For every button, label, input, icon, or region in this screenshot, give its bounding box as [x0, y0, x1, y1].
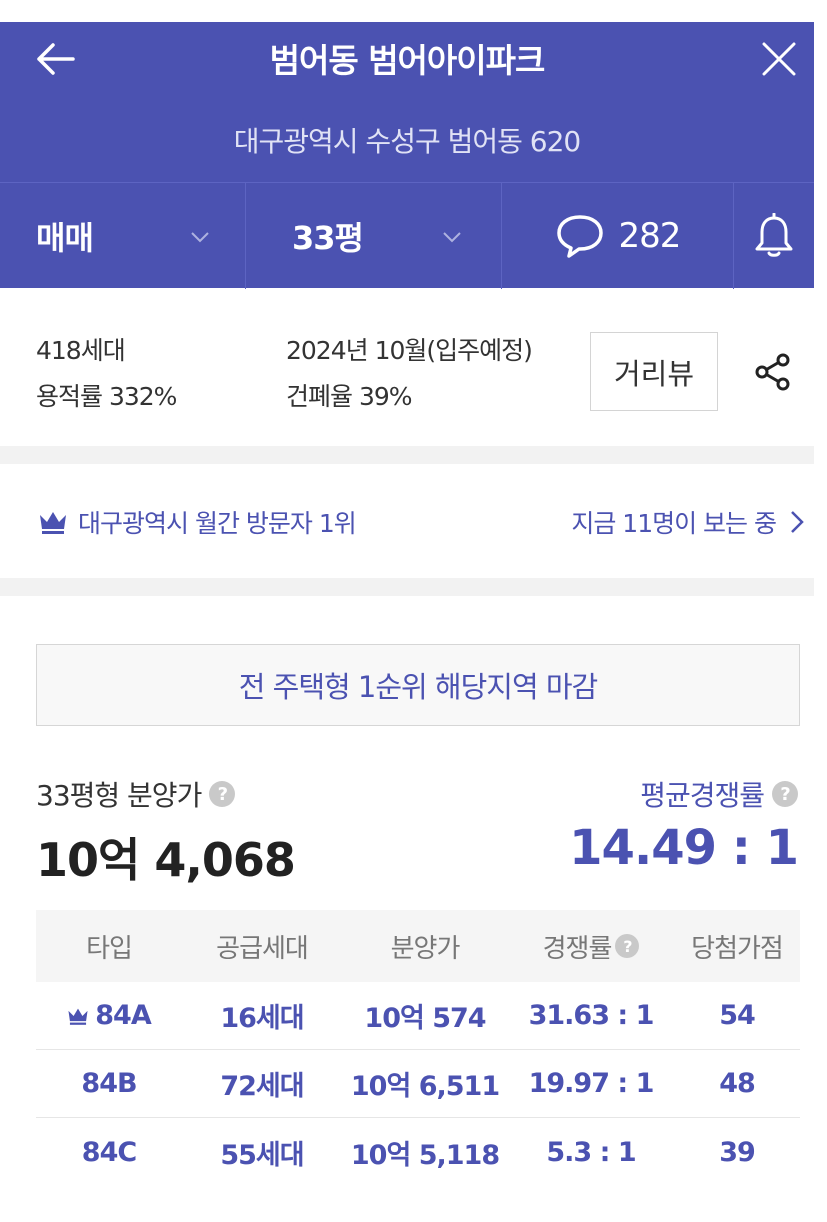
cell-ratio: 5.3 : 1 [546, 1136, 636, 1168]
bell-icon [755, 213, 793, 257]
cell-supply: 72세대 [220, 1071, 304, 1102]
building-coverage: 건폐율 39% [286, 382, 413, 411]
filter-tabs: 매매 33평 282 [0, 182, 814, 289]
cell-ratio: 31.63 : 1 [528, 1000, 655, 1031]
competition-label: 평균경쟁률 ? [640, 774, 798, 814]
section-divider [0, 446, 814, 464]
table-row: 84B 72세대 10억 6,511 19.97 : 1 48 [36, 1050, 800, 1118]
header-type: 타입 [86, 933, 133, 964]
crown-icon [68, 1008, 88, 1025]
header-price: 분양가 [390, 933, 461, 964]
rank-banner: 대구광역시 월간 방문자 1위 지금 11명이 보는 중 [0, 464, 814, 578]
households: 418세대 [36, 336, 126, 365]
cell-type: 84A [36, 1000, 182, 1031]
cell-ratio: 19.97 : 1 [528, 1068, 655, 1099]
cell-score: 54 [719, 1000, 756, 1031]
comment-count: 282 [618, 216, 682, 256]
header-ratio-text: 경쟁률 [542, 933, 613, 964]
cell-type-text: 84A [95, 1000, 151, 1031]
visitor-rank-text: 대구광역시 월간 방문자 1위 [78, 509, 357, 538]
share-button[interactable] [748, 350, 798, 394]
crown-icon [40, 512, 66, 534]
cell-price: 10억 5,118 [350, 1139, 500, 1171]
header-score: 당첨가점 [691, 933, 784, 964]
size-dropdown[interactable]: 33평 [246, 183, 502, 289]
info-column-left: 418세대 용적률 332% [36, 328, 177, 420]
page-title: 범어동 범어아이파크 [269, 41, 546, 80]
help-icon[interactable]: ? [615, 934, 640, 958]
cell-price: 10억 6,511 [350, 1071, 500, 1102]
chevron-down-icon [191, 232, 209, 243]
chevron-down-icon [443, 232, 461, 243]
deal-type-label: 매매 [36, 219, 94, 257]
floor-area-ratio: 용적률 332% [36, 382, 177, 411]
live-viewers-text: 지금 11명이 보는 중 [571, 509, 777, 538]
header: 범어동 범어아이파크 대구광역시 수성구 범어동 620 매매 33평 282 [0, 22, 814, 289]
cell-supply: 55세대 [220, 1139, 304, 1171]
close-button[interactable] [752, 32, 806, 86]
help-icon[interactable]: ? [772, 781, 798, 807]
street-view-button[interactable]: 거리뷰 [590, 332, 718, 411]
chevron-right-icon [791, 511, 804, 533]
back-button[interactable] [28, 32, 82, 86]
price-value: 10억 4,068 [36, 833, 296, 887]
section-divider [0, 578, 814, 596]
competition-label-text: 평균경쟁률 [640, 779, 765, 812]
deal-type-dropdown[interactable]: 매매 [0, 183, 246, 289]
header-supply: 공급세대 [216, 933, 309, 964]
close-icon [762, 42, 796, 76]
subscription-notice: 전 주택형 1순위 해당지역 마감 [36, 644, 800, 726]
price-label-text: 33평형 분양가 [36, 779, 202, 812]
cell-type: 84C [81, 1136, 137, 1168]
title-row: 범어동 범어아이파크 [0, 22, 814, 92]
cell-price: 10억 574 [364, 1003, 486, 1034]
move-in-date: 2024년 10월(입주예정) [286, 336, 533, 365]
help-icon[interactable]: ? [209, 781, 236, 807]
address: 대구광역시 수성구 범어동 620 [233, 125, 582, 158]
notification-button[interactable] [734, 183, 814, 289]
type-table: 타입 공급세대 분양가 경쟁률 ? 당첨가점 84A 16세대 10억 574 … [36, 910, 800, 1186]
app-frame: 범어동 범어아이파크 대구광역시 수성구 범어동 620 매매 33평 282 [0, 0, 814, 1222]
visitor-rank: 대구광역시 월간 방문자 1위 [38, 504, 357, 540]
cell-supply: 16세대 [220, 1003, 304, 1034]
competition-value: 14.49 : 1 [569, 820, 799, 876]
cell-type: 84B [81, 1068, 137, 1099]
header-ratio: 경쟁률 ? [508, 928, 674, 965]
table-row: 84C 55세대 10억 5,118 5.3 : 1 39 [36, 1118, 800, 1186]
arrow-left-icon [37, 43, 75, 75]
comments-button[interactable]: 282 [502, 183, 734, 289]
table-row: 84A 16세대 10억 574 31.63 : 1 54 [36, 982, 800, 1050]
share-icon [755, 353, 790, 391]
price-label: 33평형 분양가 ? [36, 774, 236, 814]
live-viewers-link[interactable]: 지금 11명이 보는 중 [571, 504, 804, 540]
complex-info: 418세대 용적률 332% 2024년 10월(입주예정) 건폐율 39% 거… [0, 288, 814, 446]
cell-score: 39 [719, 1136, 756, 1168]
chat-bubble-icon [556, 215, 603, 258]
table-header: 타입 공급세대 분양가 경쟁률 ? 당첨가점 [36, 910, 800, 982]
info-column-right: 2024년 10월(입주예정) 건폐율 39% [286, 328, 533, 420]
cell-score: 48 [719, 1068, 756, 1099]
size-label: 33평 [292, 219, 364, 257]
